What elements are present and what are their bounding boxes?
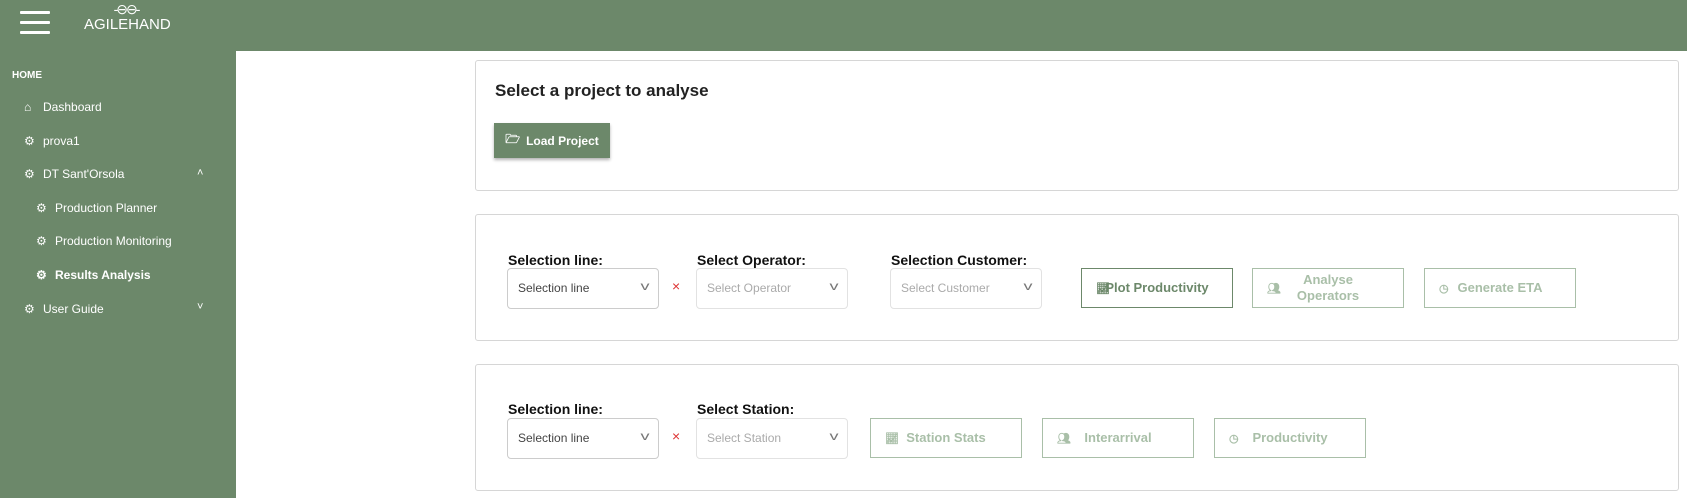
button-label: Productivity [1252, 430, 1328, 445]
analyse-operators-button[interactable]: 👥︎ Analyse Operators [1252, 268, 1404, 308]
logo: -⊖⊖- AGILEHAND [84, 1, 171, 34]
clear-selection-icon[interactable]: × [672, 428, 680, 444]
top-bar: -⊖⊖- AGILEHAND [0, 0, 1687, 51]
button-label: Station Stats [906, 430, 986, 445]
folder-open-icon: 🗁 [505, 132, 521, 146]
select-station-dropdown[interactable]: Select Station v [696, 418, 848, 459]
sidebar-item-label: prova1 [43, 134, 80, 148]
gear-icon: ⚙ [36, 268, 47, 282]
chevron-down-icon: v [640, 279, 650, 293]
selection-line-label: Selection line: [508, 252, 603, 268]
logo-mark: -⊖⊖- [113, 1, 141, 17]
dropdown-placeholder: Select Customer [901, 281, 990, 295]
selection-customer-dropdown[interactable]: Select Customer v [890, 268, 1042, 309]
gear-icon: ⚙ [36, 234, 47, 248]
clock-icon: ◷ [1439, 283, 1449, 295]
interarrival-button[interactable]: 👥︎ Interarrival [1042, 418, 1194, 458]
sidebar-item-prova1[interactable]: ⚙ prova1 [24, 134, 80, 148]
sidebar: HOME ⌂ Dashboard ⚙ prova1 ⚙ DT Sant'Orsola … [0, 51, 236, 498]
gear-icon: ⚙ [24, 167, 35, 181]
selection-line-dropdown[interactable]: Selection line v [507, 418, 659, 459]
chart-line-icon: 📈︎ [1096, 283, 1110, 295]
dropdown-placeholder: Selection line [518, 281, 590, 295]
sidebar-item-label: User Guide [43, 302, 104, 316]
sidebar-item-results-analysis[interactable]: ⚙ Results Analysis [36, 268, 151, 282]
project-card: Select a project to analyse 🗁 Load Projec… [475, 60, 1679, 191]
load-project-button[interactable]: 🗁 Load Project [494, 123, 610, 158]
clock-icon: ◷ [1229, 433, 1239, 445]
selection-line-dropdown[interactable]: Selection line v [507, 268, 659, 309]
dropdown-placeholder: Select Operator [707, 281, 792, 295]
button-label: Generate ETA [1457, 280, 1543, 295]
sidebar-item-user-guide[interactable]: ⚙ User Guide [24, 302, 104, 316]
brand-name: AGILEHAND [84, 16, 171, 33]
sidebar-section-home: HOME [12, 70, 42, 81]
button-label: Plot Productivity [1105, 280, 1209, 295]
station-analysis-card: Selection line: Selection line v × Select… [475, 364, 1679, 491]
sidebar-item-label: DT Sant'Orsola [43, 167, 125, 181]
clear-selection-icon[interactable]: × [672, 278, 680, 294]
chevron-up-icon[interactable]: ˄ [197, 167, 203, 179]
users-icon: 👥︎ [1267, 283, 1281, 295]
users-icon: 👥︎ [1057, 433, 1071, 445]
gear-icon: ⚙ [36, 201, 47, 215]
button-label: Analyse Operators [1296, 272, 1360, 303]
chevron-down-icon: v [640, 429, 650, 443]
chevron-down-icon: v [829, 279, 839, 293]
select-operator-label: Select Operator: [697, 252, 806, 268]
sidebar-item-dashboard[interactable]: ⌂ Dashboard [24, 100, 102, 114]
page-title: Select a project to analyse [495, 81, 709, 100]
dropdown-placeholder: Select Station [707, 431, 782, 445]
selection-customer-label: Selection Customer: [891, 252, 1028, 268]
select-station-label: Select Station: [697, 401, 795, 417]
sidebar-item-label: Results Analysis [55, 268, 151, 282]
sidebar-item-label: Production Planner [55, 201, 158, 215]
sidebar-item-label: Dashboard [43, 100, 102, 114]
chevron-down-icon[interactable]: ˅ [197, 301, 203, 313]
hamburger-menu-icon[interactable] [20, 11, 50, 35]
chevron-down-icon: v [829, 429, 839, 443]
chevron-down-icon: v [1023, 279, 1033, 293]
station-stats-button[interactable]: 📈︎ Station Stats [870, 418, 1022, 458]
home-icon: ⌂ [24, 100, 32, 114]
sidebar-item-label: Production Monitoring [55, 234, 172, 248]
select-operator-dropdown[interactable]: Select Operator v [696, 268, 848, 309]
sidebar-item-dt-santorsola[interactable]: ⚙ DT Sant'Orsola [24, 167, 124, 181]
load-project-label: Load Project [526, 133, 599, 148]
plot-productivity-button[interactable]: 📈︎ Plot Productivity [1081, 268, 1233, 308]
chart-line-icon: 📈︎ [885, 433, 899, 445]
sidebar-item-production-monitoring[interactable]: ⚙ Production Monitoring [36, 234, 172, 248]
gear-icon: ⚙ [24, 302, 35, 316]
selection-line-label: Selection line: [508, 401, 603, 417]
operator-analysis-card: Selection line: Selection line v × Select… [475, 214, 1679, 341]
button-label: Interarrival [1084, 430, 1152, 445]
productivity-button[interactable]: ◷ Productivity [1214, 418, 1366, 458]
gear-icon: ⚙ [24, 134, 35, 148]
dropdown-placeholder: Selection line [518, 431, 590, 445]
sidebar-item-production-planner[interactable]: ⚙ Production Planner [36, 201, 157, 215]
generate-eta-button[interactable]: ◷ Generate ETA [1424, 268, 1576, 308]
